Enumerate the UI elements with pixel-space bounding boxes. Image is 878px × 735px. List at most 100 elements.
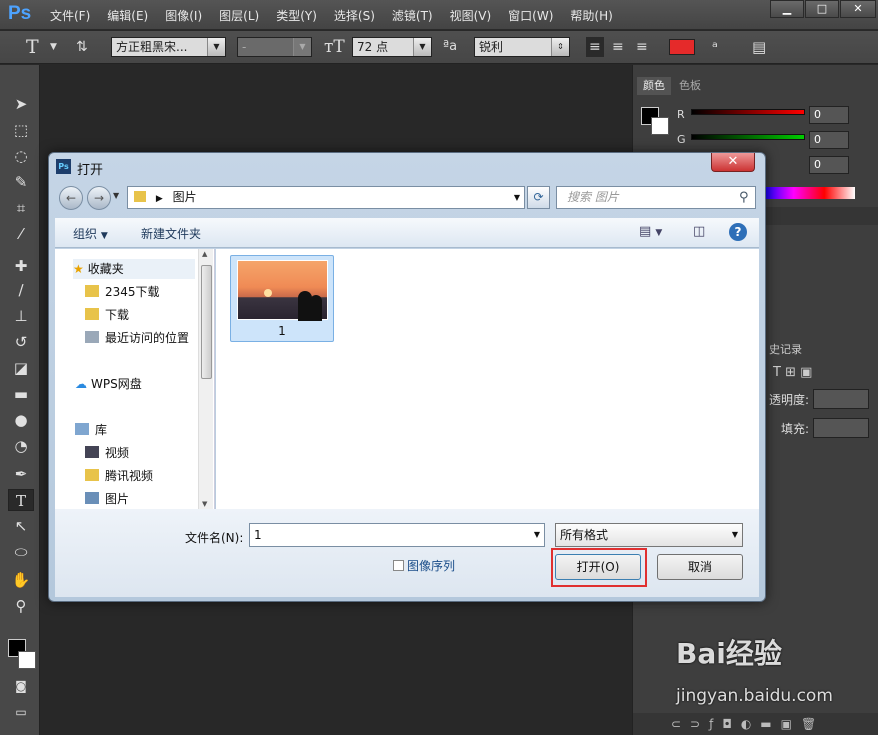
forward-button[interactable]: →	[87, 186, 111, 210]
organize-button[interactable]: 组织 ▼	[73, 225, 108, 242]
menu-window[interactable]: 窗口(W)	[508, 7, 553, 24]
nav-item-tencent-video[interactable]: 腾讯视频	[85, 466, 153, 486]
warp-text-icon[interactable]: ᵃ	[712, 37, 718, 57]
r-slider[interactable]	[691, 109, 805, 115]
menu-filter[interactable]: 滤镜(T)	[392, 7, 433, 24]
refresh-button[interactable]: ⟳	[527, 186, 550, 209]
blur-tool-icon[interactable]: ●	[8, 409, 34, 431]
quick-mask-icon[interactable]: ◙	[8, 675, 34, 697]
minimize-button[interactable]: ▁	[770, 0, 804, 18]
image-sequence-checkbox[interactable]: 图像序列	[393, 557, 455, 574]
zoom-tool-icon[interactable]: ⚲	[8, 595, 34, 617]
stamp-tool-icon[interactable]: ⊥	[8, 305, 34, 327]
breadcrumb-arrow-icon[interactable]: ▶	[156, 194, 163, 204]
font-family-select[interactable]: 方正粗黑宋... ▼	[111, 37, 226, 57]
file-item[interactable]: 1	[230, 255, 334, 342]
r-value-field[interactable]: 0	[809, 106, 849, 124]
align-center-icon[interactable]: ≡	[612, 37, 624, 57]
maximize-button[interactable]: □	[805, 0, 839, 18]
scroll-up-icon[interactable]: ▲	[202, 250, 207, 258]
nav-item-videos[interactable]: 视频	[85, 443, 129, 463]
move-tool-icon[interactable]: ➤	[8, 93, 34, 115]
close-window-button[interactable]: ✕	[840, 0, 876, 18]
back-button[interactable]: ←	[59, 186, 83, 210]
g-slider[interactable]	[691, 134, 805, 140]
nav-scrollbar[interactable]: ▲ ▼	[198, 249, 213, 509]
color-spectrum-bar[interactable]	[763, 187, 855, 199]
file-format-select[interactable]: 所有格式 ▼	[555, 523, 743, 547]
layers-footer-icons[interactable]: ⊂⊃ƒ◘◐▬▣🗑	[633, 713, 878, 735]
type-tool-icon[interactable]: T	[26, 37, 39, 57]
screen-mode-icon[interactable]: ▭	[8, 701, 34, 723]
g-value-field[interactable]: 0	[809, 131, 849, 149]
tab-swatches[interactable]: 色板	[673, 77, 707, 95]
nav-item-2345-downloads[interactable]: 2345下载	[85, 282, 160, 302]
antialias-select[interactable]: 锐利 ⇕	[474, 37, 570, 57]
preview-pane-icon[interactable]: ◫	[693, 224, 705, 239]
command-bar: 组织 ▼ 新建文件夹 ▤ ▼ ◫ ?	[55, 218, 759, 248]
menu-edit[interactable]: 编辑(E)	[107, 7, 148, 24]
color-bg-swatch[interactable]	[651, 117, 669, 135]
tab-color[interactable]: 颜色	[637, 77, 671, 95]
font-style-select[interactable]: - ▼	[237, 37, 312, 57]
quick-select-tool-icon[interactable]: ✎	[8, 171, 34, 193]
eraser-tool-icon[interactable]: ◪	[8, 357, 34, 379]
address-dropdown-icon[interactable]: ▼	[514, 187, 520, 208]
recent-places-icon	[85, 331, 99, 343]
nav-item-downloads[interactable]: 下载	[85, 305, 129, 325]
font-size-select[interactable]: 72 点 ▼	[352, 37, 432, 57]
opacity-field[interactable]	[813, 389, 869, 409]
align-right-icon[interactable]: ≡	[636, 37, 648, 57]
nav-item-wps-cloud[interactable]: ☁ WPS网盘	[75, 374, 142, 394]
pen-tool-icon[interactable]: ✒	[8, 463, 34, 485]
pictures-library-icon	[85, 492, 99, 504]
character-panel-icon[interactable]: ▤	[752, 37, 766, 57]
scroll-down-icon[interactable]: ▼	[202, 500, 207, 508]
path-selection-tool-icon[interactable]: ↖	[8, 515, 34, 537]
menu-help[interactable]: 帮助(H)	[570, 7, 612, 24]
background-color-swatch[interactable]	[18, 651, 36, 669]
gradient-tool-icon[interactable]: ▬	[8, 383, 34, 405]
new-folder-button[interactable]: 新建文件夹	[141, 225, 201, 242]
ellipse-tool-icon[interactable]: ⬭	[8, 541, 34, 563]
nav-library[interactable]: 库	[75, 420, 107, 440]
text-orientation-icon[interactable]: ⇅	[76, 37, 88, 57]
nav-item-pictures[interactable]: 图片	[85, 489, 129, 509]
help-icon[interactable]: ?	[729, 223, 747, 241]
horizontal-type-tool-icon[interactable]: T	[8, 489, 34, 511]
nav-item-recent-places[interactable]: 最近访问的位置	[85, 328, 189, 348]
history-brush-tool-icon[interactable]: ↺	[8, 331, 34, 353]
healing-brush-tool-icon[interactable]: ✚	[8, 255, 34, 277]
tool-preset-dropdown-icon[interactable]: ▼	[50, 37, 57, 57]
brush-tool-icon[interactable]: ∕	[8, 279, 34, 301]
text-color-swatch[interactable]	[669, 39, 695, 55]
breadcrumb-pictures[interactable]: 图片	[173, 190, 197, 204]
cancel-button[interactable]: 取消	[657, 554, 743, 580]
menu-image[interactable]: 图像(I)	[165, 7, 202, 24]
hand-tool-icon[interactable]: ✋	[8, 569, 34, 591]
dodge-tool-icon[interactable]: ◔	[8, 435, 34, 457]
menu-view[interactable]: 视图(V)	[450, 7, 492, 24]
scrollbar-thumb[interactable]	[201, 265, 212, 379]
menu-layer[interactable]: 图层(L)	[219, 7, 259, 24]
address-bar[interactable]: ▶ 图片 ▼	[127, 186, 525, 209]
filename-input[interactable]: 1 ▼	[249, 523, 545, 547]
checkbox-box[interactable]	[393, 560, 404, 571]
view-options-icon[interactable]: ▤ ▼	[639, 224, 662, 239]
menu-select[interactable]: 选择(S)	[334, 7, 375, 24]
fill-field[interactable]	[813, 418, 869, 438]
dialog-close-button[interactable]: ✕	[711, 153, 755, 172]
open-button[interactable]: 打开(O)	[555, 554, 641, 580]
menu-file[interactable]: 文件(F)	[50, 7, 90, 24]
marquee-tool-icon[interactable]: ⬚	[8, 119, 34, 141]
b-value-field[interactable]: 0	[809, 156, 849, 174]
search-input[interactable]: 搜索 图片	[556, 186, 756, 209]
align-left-icon[interactable]: ≡	[586, 37, 604, 57]
nav-favorites[interactable]: ★ 收藏夹	[73, 259, 195, 279]
recent-locations-chevron-icon[interactable]: ▼	[113, 191, 119, 200]
eyedropper-tool-icon[interactable]: ⁄	[8, 223, 34, 245]
menu-type[interactable]: 类型(Y)	[276, 7, 317, 24]
tab-history[interactable]: 史记录	[763, 341, 808, 359]
lasso-tool-icon[interactable]: ◌	[8, 145, 34, 167]
crop-tool-icon[interactable]: ⌗	[8, 197, 34, 219]
